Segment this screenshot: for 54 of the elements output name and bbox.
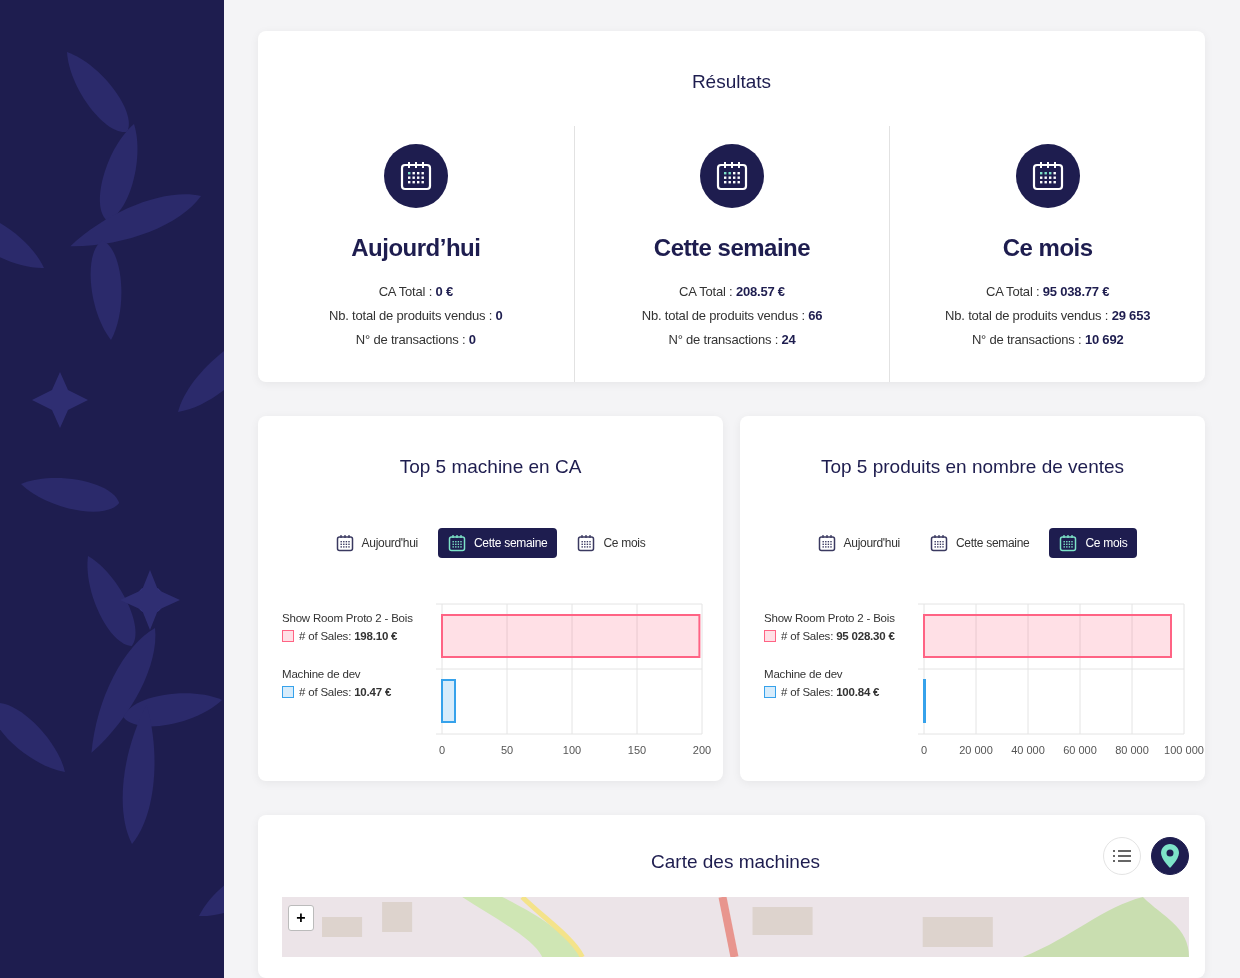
- legend-value: # of Sales: 100.84 €: [781, 686, 880, 698]
- legend-label: Machine de dev: [764, 668, 844, 680]
- period-tab[interactable]: Aujourd'hui: [325, 528, 428, 558]
- zoom-in-button[interactable]: +: [288, 905, 314, 931]
- calendar-icon: [335, 534, 354, 552]
- legend-label: Show Room Proto 2 - Bois: [764, 612, 896, 624]
- stat-text: N° de transactions : 24: [668, 332, 796, 347]
- calendar-icon: [577, 534, 596, 552]
- period-tab[interactable]: Cette semaine: [920, 528, 1040, 558]
- card-title: Carte des machines: [651, 851, 820, 873]
- map-view-button[interactable]: [1151, 837, 1189, 875]
- period-title: Ce mois: [1002, 234, 1093, 262]
- stat-text: CA Total : 95 038.77 €: [986, 284, 1110, 299]
- axis-tick-label: 0: [438, 744, 446, 756]
- legend-label: Show Room Proto 2 - Bois: [282, 612, 414, 624]
- axis-tick-label: 60 000: [1063, 744, 1097, 756]
- card-title: Top 5 produits en nombre de ventes: [819, 456, 1126, 478]
- period-tab[interactable]: Cette semaine: [438, 528, 558, 558]
- bar: [441, 679, 456, 723]
- stat-text: CA Total : 208.57 €: [679, 284, 785, 299]
- period-title: Aujourd’hui: [351, 234, 481, 262]
- stat-text: CA Total : 0 €: [378, 284, 453, 299]
- period-title: Cette semaine: [653, 234, 811, 262]
- calendar-icon: [448, 534, 466, 552]
- bar: [923, 679, 926, 723]
- axis-tick-label: 20 000: [959, 744, 993, 756]
- axis-tick-label: 100 000: [1164, 744, 1204, 756]
- calendar-icon: [1059, 534, 1078, 552]
- stat-text: N° de transactions : 0: [355, 332, 476, 347]
- stat-text: Nb. total de produits vendus : 66: [641, 308, 823, 323]
- axis-tick-label: 100: [562, 744, 582, 756]
- axis-tick-label: 200: [692, 744, 712, 756]
- period-tab[interactable]: Ce mois: [567, 528, 656, 558]
- axis-tick-label: 0: [920, 744, 928, 756]
- legend-value: # of Sales: 10.47 €: [299, 686, 392, 698]
- stat-text: Nb. total de produits vendus : 0: [329, 308, 503, 323]
- legend-value: # of Sales: 198.10 €: [299, 630, 398, 642]
- calendar-icon: [817, 534, 836, 552]
- stat-text: N° de transactions : 10 692: [971, 332, 1124, 347]
- list-icon: [1113, 849, 1131, 863]
- card-title: Résultats: [690, 71, 773, 93]
- list-view-button[interactable]: [1103, 837, 1141, 875]
- card-title: Top 5 machine en CA: [398, 456, 583, 478]
- axis-tick-label: 80 000: [1115, 744, 1149, 756]
- axis-tick-label: 150: [627, 744, 647, 756]
- axis-tick-label: 50: [500, 744, 514, 756]
- stat-text: Nb. total de produits vendus : 29 653: [945, 308, 1151, 323]
- calendar-icon: [930, 534, 948, 552]
- map-pin-icon: [1161, 844, 1179, 868]
- legend-label: Machine de dev: [282, 668, 362, 680]
- axis-tick-label: 40 000: [1011, 744, 1045, 756]
- period-tab[interactable]: Aujourd'hui: [807, 528, 910, 558]
- legend-value: # of Sales: 95 028.30 €: [781, 630, 895, 642]
- period-tab[interactable]: Ce mois: [1049, 528, 1138, 558]
